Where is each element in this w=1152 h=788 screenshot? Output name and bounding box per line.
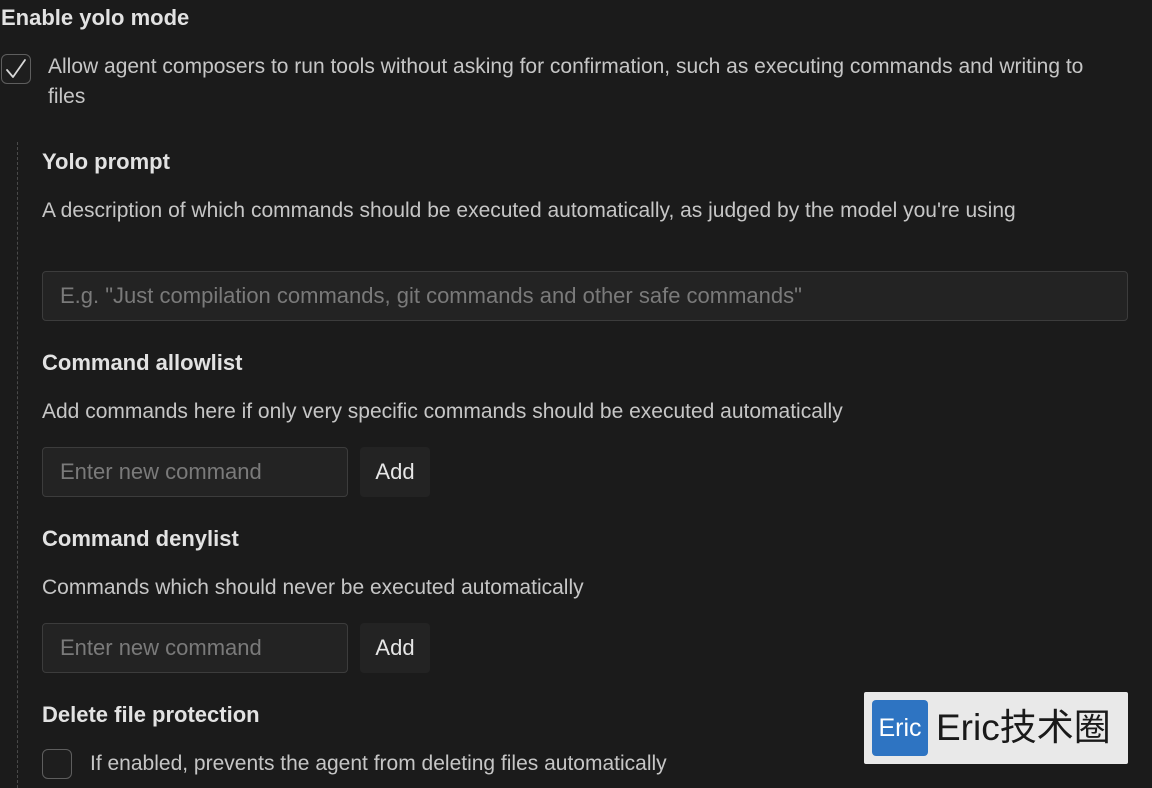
yolo-prompt-title: Yolo prompt xyxy=(42,149,170,174)
command-denylist-description: Commands which should never be executed … xyxy=(42,576,584,599)
watermark: Eric Eric技术圈 xyxy=(864,692,1128,764)
command-denylist-title: Command denylist xyxy=(42,526,239,551)
yolo-prompt-description: A description of which commands should b… xyxy=(42,199,1016,222)
allowlist-command-input[interactable] xyxy=(42,447,348,497)
command-allowlist-description: Add commands here if only very specific … xyxy=(42,400,843,423)
check-icon xyxy=(6,59,26,78)
yolo-mode-title: Enable yolo mode xyxy=(1,5,190,30)
yolo-prompt-input[interactable] xyxy=(42,271,1128,321)
settings-page: Enable yolo mode Allow agent composers t… xyxy=(0,0,1152,788)
yolo-mode-checkbox-label: Allow agent composers to run tools witho… xyxy=(48,55,1084,108)
allowlist-add-button[interactable]: Add xyxy=(360,447,430,497)
nested-settings-indent-line xyxy=(17,142,18,788)
command-allowlist-title: Command allowlist xyxy=(42,350,243,375)
delete-file-protection-title: Delete file protection xyxy=(42,702,260,727)
delete-file-protection-checkbox-label: If enabled, prevents the agent from dele… xyxy=(90,752,667,775)
denylist-add-button[interactable]: Add xyxy=(360,623,430,673)
yolo-mode-checkbox[interactable] xyxy=(1,54,31,84)
watermark-text: Eric技术圈 xyxy=(936,707,1111,748)
watermark-logo: Eric xyxy=(872,700,928,756)
denylist-command-input[interactable] xyxy=(42,623,348,673)
delete-file-protection-checkbox[interactable] xyxy=(42,749,72,779)
